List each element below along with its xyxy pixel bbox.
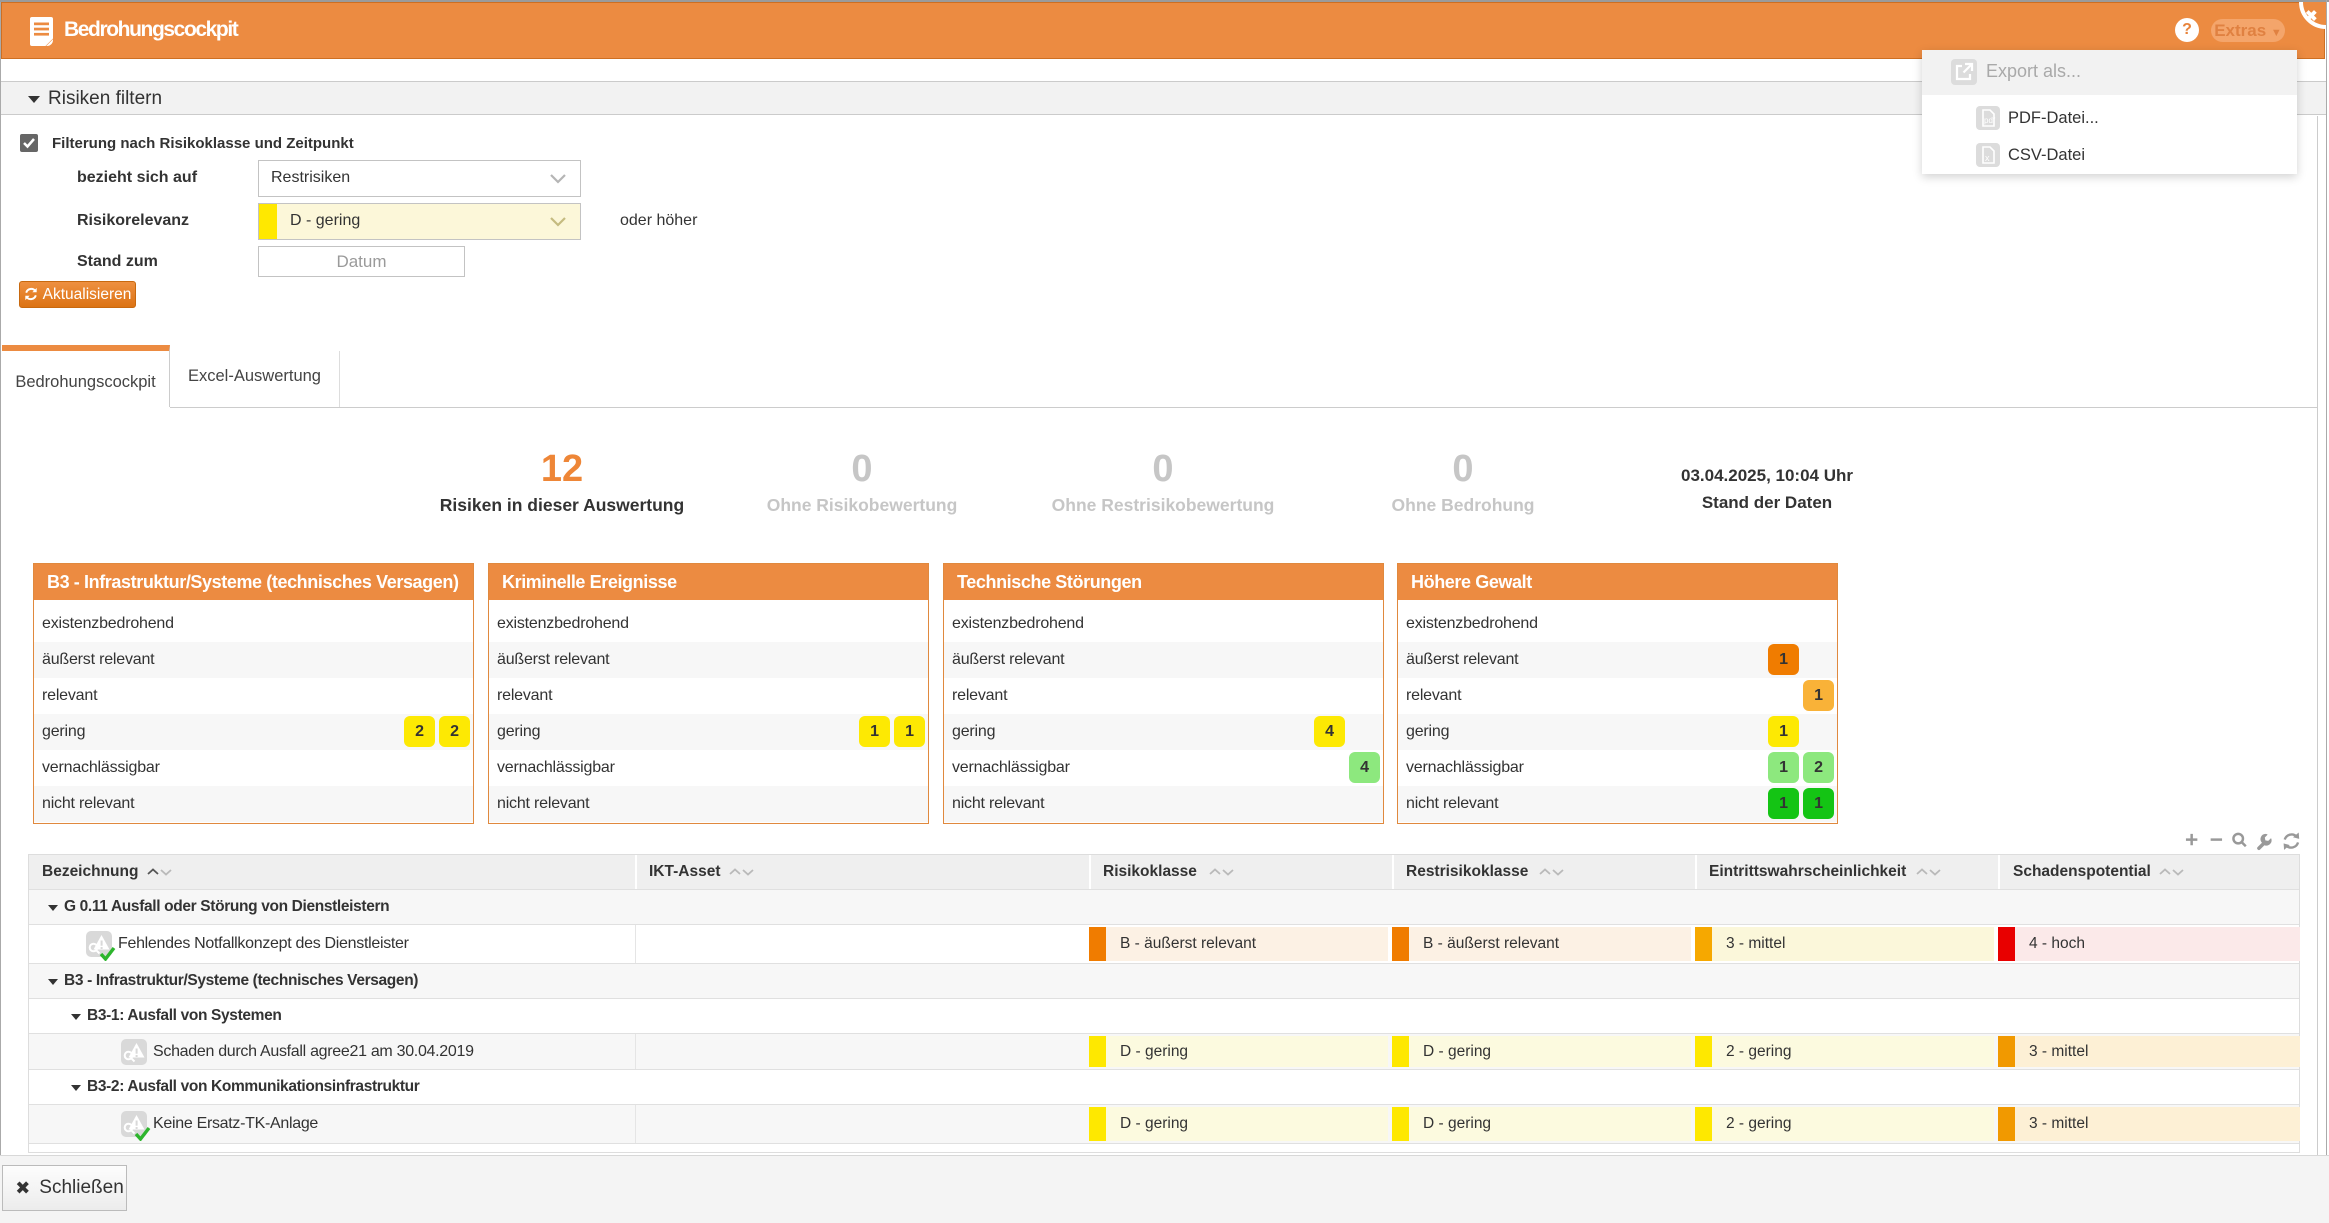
svg-text:x: x bbox=[1985, 153, 1990, 163]
svg-text:✖: ✖ bbox=[2305, 8, 2318, 25]
svg-text:pdf: pdf bbox=[1984, 116, 1996, 125]
